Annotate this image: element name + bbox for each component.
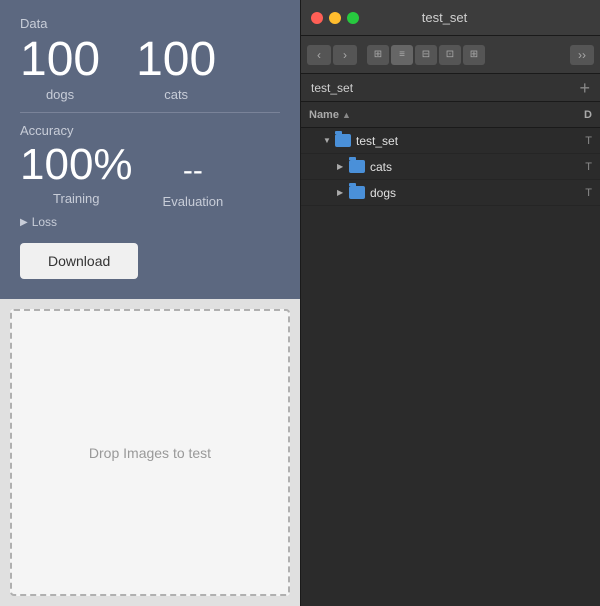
loss-row: ▶ Loss (20, 215, 280, 229)
add-button[interactable]: + (579, 79, 590, 97)
nav-buttons: ‹ › (307, 45, 357, 65)
column-view-button[interactable]: ⊟ (415, 45, 437, 65)
expand-arrow-icon: ▶ (337, 188, 349, 197)
sort-arrow-icon: ▲ (342, 110, 351, 120)
cover-flow-button[interactable]: ⊞ (463, 45, 485, 65)
titlebar: test_set (301, 0, 600, 36)
path-text: test_set (311, 81, 353, 95)
eval-label: Evaluation (163, 194, 224, 209)
training-label: Training (53, 191, 99, 206)
loss-arrow-icon: ▶ (20, 217, 28, 228)
cats-label: cats (164, 87, 188, 102)
file-date: T (576, 135, 592, 147)
divider (20, 112, 280, 113)
folder-name: test_set (356, 134, 576, 148)
accuracy-row: 100% Training -- Evaluation (20, 142, 280, 209)
file-list: ▼ test_set T ▶ cats T ▶ dogs T (301, 128, 600, 606)
training-value: 100% (20, 142, 133, 188)
left-panel: Data 100 dogs 100 cats Accuracy 100% Tra… (0, 0, 300, 606)
list-item (301, 232, 600, 258)
eval-value: -- (183, 150, 203, 192)
column-headers: Name ▲ D (301, 102, 600, 128)
window-title: test_set (299, 10, 590, 25)
list-item (301, 414, 600, 440)
data-label: Data (20, 16, 280, 31)
data-row: 100 dogs 100 cats (20, 35, 280, 102)
finder-window: test_set ‹ › ⊞ ≡ ⊟ ⊡ ⊞ ›› test_set + Nam… (300, 0, 600, 606)
list-item (301, 466, 600, 492)
training-item: 100% Training (20, 142, 133, 205)
list-item (301, 518, 600, 544)
download-button[interactable]: Download (20, 243, 138, 279)
drop-zone[interactable]: Drop Images to test (10, 309, 290, 596)
folder-icon (349, 160, 365, 173)
icon-view-button[interactable]: ⊞ (367, 45, 389, 65)
cats-item: 100 cats (136, 35, 216, 102)
list-item[interactable]: ▶ dogs T (301, 180, 600, 206)
date-column-header[interactable]: D (552, 109, 592, 121)
list-item (301, 310, 600, 336)
gallery-view-button[interactable]: ⊡ (439, 45, 461, 65)
drop-zone-text: Drop Images to test (89, 445, 211, 461)
eval-item: -- Evaluation (163, 142, 224, 209)
list-view-button[interactable]: ≡ (391, 45, 413, 65)
list-item (301, 388, 600, 414)
dogs-label: dogs (46, 87, 74, 102)
list-item (301, 258, 600, 284)
view-buttons: ⊞ ≡ ⊟ ⊡ ⊞ (367, 45, 485, 65)
folder-name: cats (370, 160, 576, 174)
toolbar-action-button[interactable]: ›› (570, 45, 594, 65)
name-column-header[interactable]: Name ▲ (309, 109, 552, 121)
path-bar: test_set + (301, 74, 600, 102)
expand-arrow-icon: ▶ (337, 162, 349, 171)
loss-label: Loss (32, 215, 57, 229)
accuracy-label: Accuracy (20, 123, 280, 138)
list-item[interactable]: ▶ cats T (301, 154, 600, 180)
list-item (301, 336, 600, 362)
list-item (301, 544, 600, 570)
back-button[interactable]: ‹ (307, 45, 331, 65)
stats-card: Data 100 dogs 100 cats Accuracy 100% Tra… (0, 0, 300, 299)
finder-toolbar: ‹ › ⊞ ≡ ⊟ ⊡ ⊞ ›› (301, 36, 600, 74)
dogs-item: 100 dogs (20, 35, 100, 102)
file-date: T (576, 161, 592, 173)
list-item (301, 206, 600, 232)
dogs-count: 100 (20, 35, 100, 85)
list-item (301, 440, 600, 466)
cats-count: 100 (136, 35, 216, 85)
list-item (301, 284, 600, 310)
list-item[interactable]: ▼ test_set T (301, 128, 600, 154)
folder-icon (349, 186, 365, 199)
folder-name: dogs (370, 186, 576, 200)
file-date: T (576, 187, 592, 199)
list-item (301, 570, 600, 596)
forward-button[interactable]: › (333, 45, 357, 65)
folder-icon (335, 134, 351, 147)
expand-arrow-icon: ▼ (323, 136, 335, 145)
list-item (301, 492, 600, 518)
list-item (301, 362, 600, 388)
